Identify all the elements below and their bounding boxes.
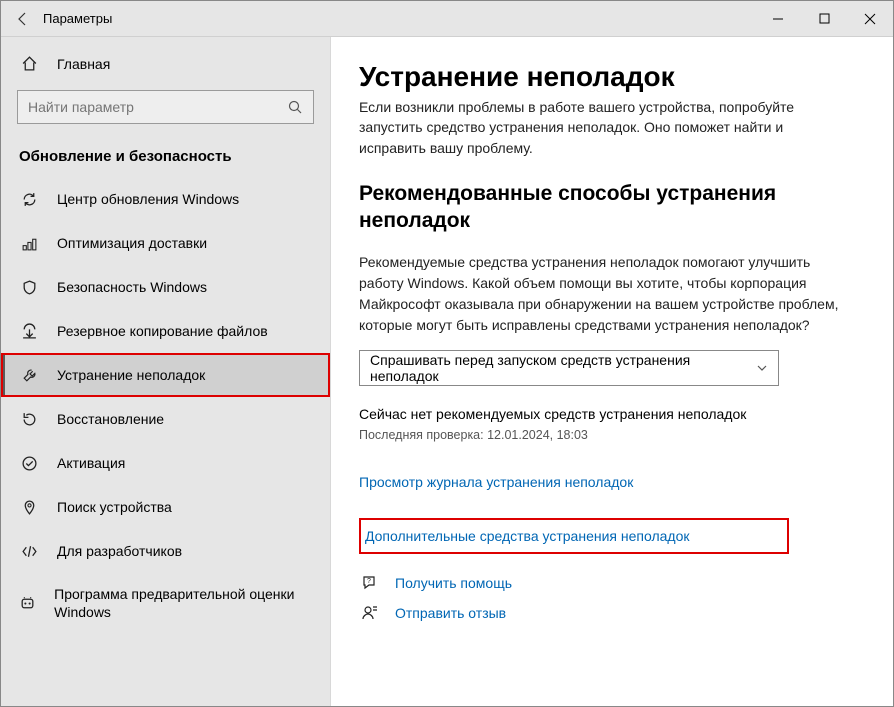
sidebar-item-label: Оптимизация доставки [39, 234, 207, 252]
wrench-icon [19, 367, 39, 384]
sidebar-item-label: Программа предварительной оценки Windows [36, 585, 312, 621]
sidebar-item-backup[interactable]: Резервное копирование файлов [1, 309, 330, 353]
search-field[interactable] [28, 99, 287, 115]
search-input[interactable] [17, 90, 314, 124]
home-label: Главная [39, 56, 110, 72]
delivery-icon [19, 235, 39, 252]
sidebar-item-delivery-optimization[interactable]: Оптимизация доставки [1, 221, 330, 265]
sidebar-item-label: Для разработчиков [39, 542, 182, 560]
sidebar-item-find-device[interactable]: Поиск устройства [1, 485, 330, 529]
sidebar-item-insider[interactable]: Программа предварительной оценки Windows [1, 573, 330, 633]
sidebar-item-label: Восстановление [39, 410, 164, 428]
search-icon [287, 99, 303, 115]
sidebar-group-title: Обновление и безопасность [1, 140, 330, 177]
feedback-icon [359, 604, 381, 622]
sidebar-item-recovery[interactable]: Восстановление [1, 397, 330, 441]
page-title: Устранение неполадок [359, 61, 865, 93]
check-circle-icon [19, 455, 39, 472]
last-check-text: Последняя проверка: 12.01.2024, 18:03 [359, 428, 865, 442]
home-button[interactable]: Главная [1, 45, 330, 82]
chevron-down-icon [756, 362, 768, 374]
insider-icon [19, 595, 36, 612]
close-button[interactable] [847, 1, 893, 37]
troubleshoot-preference-dropdown[interactable]: Спрашивать перед запуском средств устран… [359, 350, 779, 386]
feedback-label: Отправить отзыв [395, 605, 506, 621]
sidebar-item-label: Активация [39, 454, 125, 472]
minimize-button[interactable] [755, 1, 801, 37]
sidebar-item-label: Резервное копирование файлов [39, 322, 268, 340]
main-content: Устранение неполадок Если возникли пробл… [331, 37, 893, 706]
sidebar-item-developers[interactable]: Для разработчиков [1, 529, 330, 573]
sync-icon [19, 191, 39, 208]
sidebar-item-label: Безопасность Windows [39, 278, 207, 296]
sidebar-item-label: Центр обновления Windows [39, 190, 239, 208]
location-icon [19, 499, 39, 516]
maximize-button[interactable] [801, 1, 847, 37]
window-title: Параметры [37, 11, 755, 26]
intro-text: Если возникли проблемы в работе вашего у… [359, 97, 819, 158]
sidebar-item-troubleshoot[interactable]: Устранение неполадок [1, 353, 330, 397]
sidebar-item-label: Устранение неполадок [39, 366, 205, 384]
dropdown-value: Спрашивать перед запуском средств устран… [370, 352, 756, 384]
additional-troubleshooters-link[interactable]: Дополнительные средства устранения непол… [359, 518, 789, 554]
sidebar-item-label: Поиск устройства [39, 498, 172, 516]
sidebar-item-windows-security[interactable]: Безопасность Windows [1, 265, 330, 309]
svg-text:?: ? [367, 578, 371, 585]
sidebar-item-windows-update[interactable]: Центр обновления Windows [1, 177, 330, 221]
help-label: Получить помощь [395, 575, 512, 591]
backup-icon [19, 323, 39, 340]
recommended-heading: Рекомендованные способы устранения непол… [359, 180, 779, 235]
feedback-link[interactable]: Отправить отзыв [359, 604, 865, 622]
developer-icon [19, 543, 39, 560]
back-button[interactable] [9, 11, 37, 27]
sidebar: Главная Обновление и безопасность Центр … [1, 37, 331, 706]
recommended-description: Рекомендуемые средства устранения непола… [359, 252, 839, 336]
status-text: Сейчас нет рекомендуемых средств устране… [359, 406, 865, 422]
help-icon: ? [359, 574, 381, 592]
home-icon [19, 55, 39, 72]
sidebar-item-activation[interactable]: Активация [1, 441, 330, 485]
history-link[interactable]: Просмотр журнала устранения неполадок [359, 474, 865, 490]
shield-icon [19, 279, 39, 296]
recovery-icon [19, 411, 39, 428]
get-help-link[interactable]: ? Получить помощь [359, 574, 865, 592]
